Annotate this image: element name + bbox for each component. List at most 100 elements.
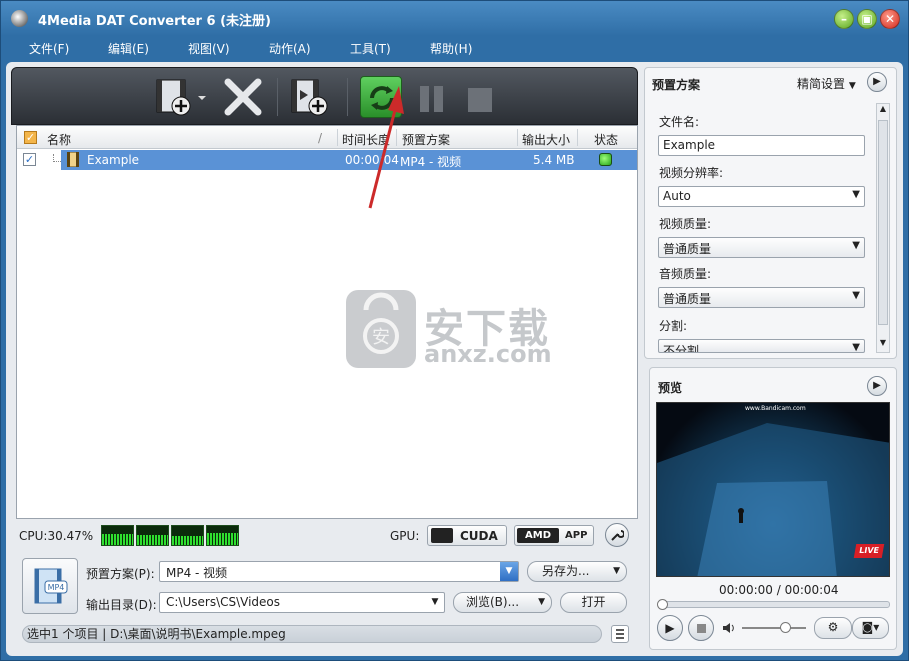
toolbar-separator bbox=[277, 78, 278, 116]
add-video-icon bbox=[156, 79, 206, 116]
chevron-down-icon: ▼ bbox=[852, 342, 860, 353]
menu-action[interactable]: 动作(A) bbox=[269, 40, 311, 57]
menu-view[interactable]: 视图(V) bbox=[188, 40, 230, 57]
remove-button[interactable] bbox=[220, 74, 266, 120]
main-toolbar bbox=[11, 67, 638, 125]
shield-bag-icon: 安 bbox=[363, 292, 399, 354]
settings-wrench-button[interactable] bbox=[605, 523, 629, 547]
scroll-up-icon[interactable]: ▲ bbox=[877, 104, 889, 118]
volume-icon[interactable] bbox=[722, 621, 736, 635]
stop-icon bbox=[468, 88, 492, 112]
amd-app-button[interactable]: AMD APP bbox=[514, 525, 594, 546]
window-title: 4Media DAT Converter 6 (未注册) bbox=[38, 14, 271, 29]
save-as-button[interactable]: 另存为... ▼ bbox=[527, 561, 627, 582]
play-button[interactable]: ▶ bbox=[657, 615, 683, 641]
amd-logo: AMD bbox=[517, 528, 559, 543]
col-size[interactable]: 输出大小 bbox=[522, 131, 570, 148]
stop-button[interactable] bbox=[462, 74, 508, 120]
seek-handle[interactable] bbox=[657, 599, 668, 610]
live-badge: LIVE bbox=[853, 544, 885, 558]
output-dir-select[interactable]: C:\Users\CS\Videos ▼ bbox=[159, 592, 445, 613]
row-checkbox[interactable]: ✓ bbox=[23, 153, 36, 166]
audio-quality-label: 音频质量: bbox=[659, 267, 712, 281]
chevron-down-icon: ▼ bbox=[431, 597, 439, 607]
col-status[interactable]: 状态 bbox=[594, 131, 618, 148]
camera-button[interactable]: ◙▾ bbox=[852, 617, 889, 639]
settings-mode-dropdown[interactable]: 精简设置 ▼ bbox=[797, 75, 856, 92]
settings-mode-label: 精简设置 bbox=[797, 77, 846, 91]
column-divider bbox=[337, 129, 338, 146]
browse-label: 浏览(B)... bbox=[466, 595, 520, 609]
column-divider bbox=[577, 129, 578, 146]
cuda-button[interactable]: CUDA bbox=[427, 525, 507, 546]
profile-label: 预置方案(P): bbox=[86, 567, 155, 581]
filename-input[interactable]: Example bbox=[658, 135, 865, 156]
video-watermark-text: www.Bandicam.com bbox=[745, 405, 806, 412]
expand-panel-button[interactable]: ▶ bbox=[867, 72, 887, 92]
resolution-select[interactable]: Auto ▼ bbox=[658, 186, 865, 207]
open-button[interactable]: 打开 bbox=[560, 592, 627, 613]
menu-tools[interactable]: 工具(T) bbox=[350, 40, 391, 57]
split-select[interactable]: 不分割 ▼ bbox=[658, 339, 865, 353]
add-file-button[interactable] bbox=[153, 74, 206, 120]
split-label: 分割: bbox=[659, 319, 688, 333]
add-clip-icon bbox=[291, 79, 328, 116]
chevron-down-icon: ▼ bbox=[852, 189, 860, 200]
profile-select[interactable]: MP4 - 视频 ▼ bbox=[159, 561, 519, 582]
annotation-arrow-icon bbox=[368, 86, 404, 209]
cuda-label: CUDA bbox=[460, 529, 498, 543]
volume-handle[interactable] bbox=[780, 622, 791, 633]
preview-timecode: 00:00:00 / 00:00:04 bbox=[719, 583, 839, 597]
volume-slider[interactable] bbox=[742, 622, 806, 633]
output-label: 输出目录(D): bbox=[86, 598, 157, 612]
save-as-label: 另存为... bbox=[542, 564, 590, 578]
minimize-button[interactable]: – bbox=[834, 9, 854, 29]
col-name[interactable]: 名称 bbox=[47, 131, 71, 148]
settings-scrollbar[interactable]: ▲ ▼ bbox=[876, 103, 890, 353]
tree-connector bbox=[53, 154, 61, 162]
list-icon bbox=[616, 629, 624, 639]
scroll-down-icon[interactable]: ▼ bbox=[877, 338, 889, 352]
seek-bar[interactable] bbox=[657, 599, 890, 610]
cpu-core-graph bbox=[206, 525, 239, 546]
maximize-button[interactable]: ▣ bbox=[857, 9, 877, 29]
cpu-core-graph bbox=[101, 525, 134, 546]
watermark-logo: 安 bbox=[346, 290, 416, 368]
add-segment-button[interactable] bbox=[288, 74, 334, 120]
menu-file[interactable]: 文件(F) bbox=[29, 40, 69, 57]
scroll-thumb[interactable] bbox=[878, 120, 888, 325]
browse-button[interactable]: 浏览(B)... ▼ bbox=[453, 592, 552, 613]
video-quality-select[interactable]: 普通质量 ▼ bbox=[658, 237, 865, 258]
wrench-icon bbox=[611, 530, 625, 541]
snapshot-settings-button[interactable]: ⚙ bbox=[814, 617, 852, 639]
menu-edit[interactable]: 编辑(E) bbox=[108, 40, 149, 57]
menu-help[interactable]: 帮助(H) bbox=[430, 40, 472, 57]
chevron-down-icon: ▼ bbox=[852, 240, 860, 251]
select-all-checkbox[interactable]: ✓ bbox=[24, 131, 37, 144]
stop-preview-button[interactable] bbox=[688, 615, 714, 641]
status-ready-icon bbox=[599, 153, 612, 166]
row-name: Example bbox=[87, 153, 140, 167]
row-size: 5.4 MB bbox=[533, 153, 575, 167]
menu-bar: 文件(F) 编辑(E) 视图(V) 动作(A) 工具(T) 帮助(H) bbox=[1, 36, 908, 60]
play-icon: ▶ bbox=[665, 621, 675, 635]
chevron-right-icon: ▶ bbox=[873, 76, 881, 87]
nvidia-icon bbox=[431, 528, 453, 543]
log-button[interactable] bbox=[611, 625, 629, 643]
preview-expand-button[interactable]: ▶ bbox=[867, 376, 887, 396]
video-quality-label: 视频质量: bbox=[659, 217, 712, 231]
cpu-core-graph bbox=[171, 525, 204, 546]
filename-label: 文件名: bbox=[659, 115, 700, 129]
svg-text:MP4: MP4 bbox=[48, 583, 65, 592]
film-file-icon bbox=[67, 152, 79, 167]
chevron-down-icon: ▼ bbox=[613, 566, 620, 576]
split-value: 不分割 bbox=[663, 344, 700, 353]
resolution-value: Auto bbox=[663, 189, 691, 203]
effects-icon: ⚙ bbox=[827, 620, 839, 634]
output-dir-value: C:\Users\CS\Videos bbox=[166, 595, 281, 609]
profile-format-icon[interactable]: MP4 bbox=[22, 558, 78, 614]
audio-quality-select[interactable]: 普通质量 ▼ bbox=[658, 287, 865, 308]
watermark-url: anxz.com bbox=[424, 340, 552, 368]
close-button[interactable]: ✕ bbox=[880, 9, 900, 29]
col-sort-slash: / bbox=[318, 131, 323, 145]
